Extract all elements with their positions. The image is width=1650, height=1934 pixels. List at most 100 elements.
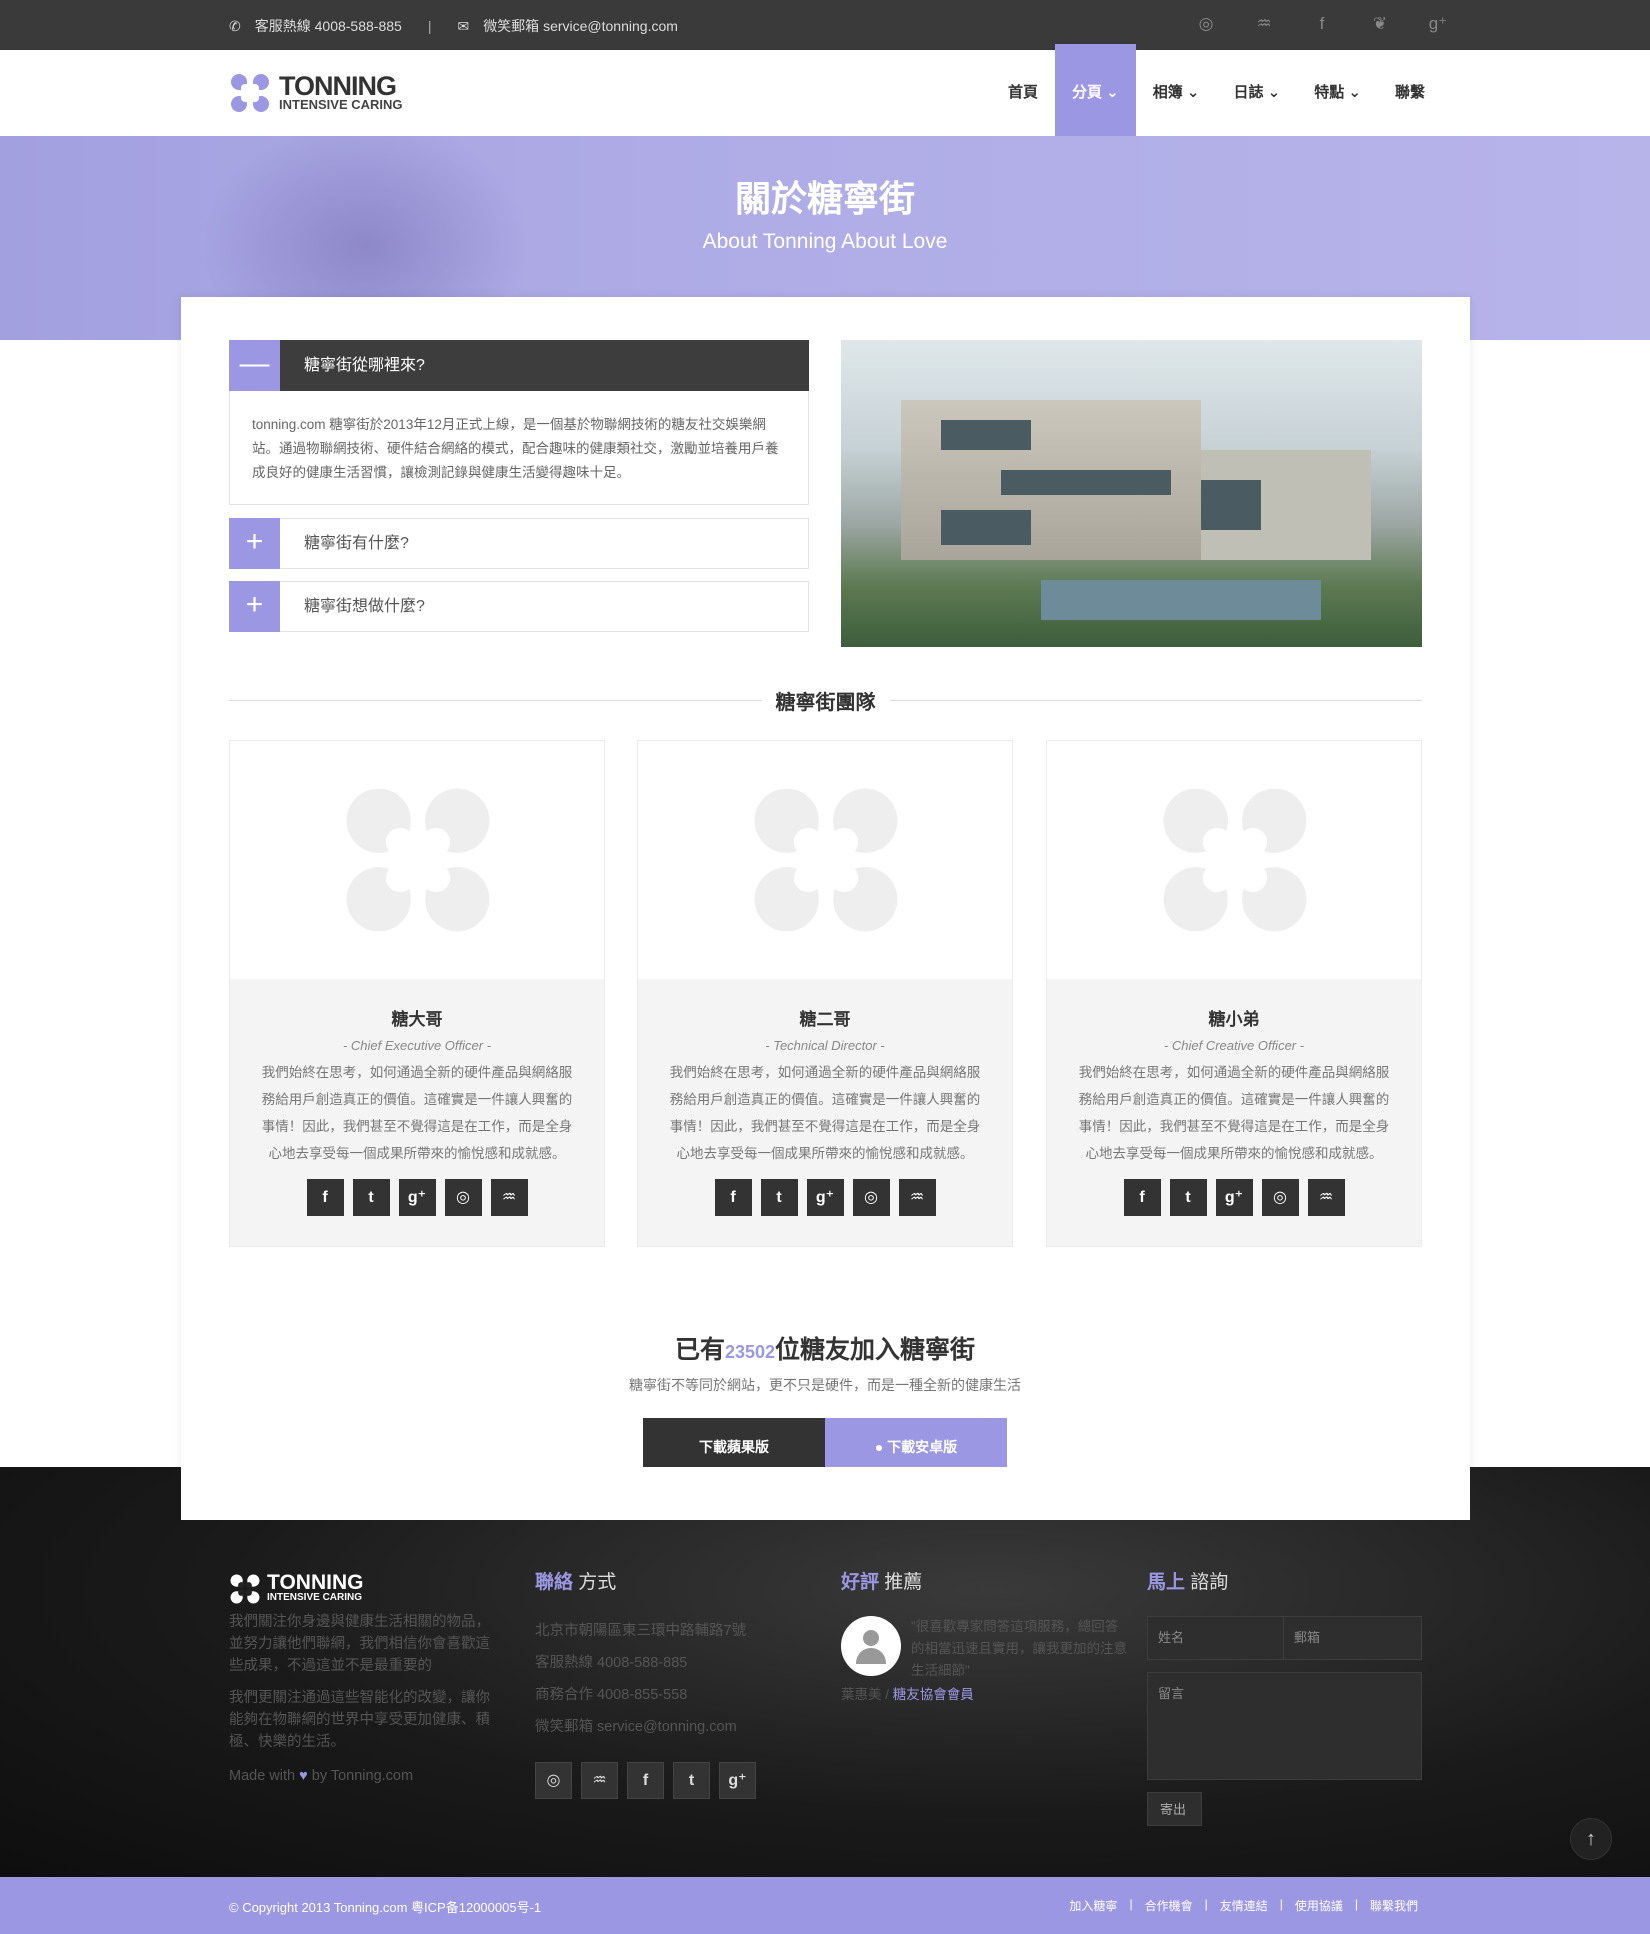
facebook-icon[interactable]: f: [714, 1179, 752, 1216]
footer-form-heading: 馬上 諮詢: [1147, 1572, 1229, 1593]
logo-placeholder-icon: [346, 788, 490, 932]
accordion-body: tonning.com 糖寧街於2013年12月正式上線，是一個基於物聯網技術的…: [229, 391, 809, 505]
member-role: - Technical Director -: [765, 1038, 885, 1053]
accordion-header[interactable]: + 糖寧街想做什麼?: [229, 581, 809, 632]
member-photo-placeholder: [230, 741, 604, 979]
footer-link-contact[interactable]: 聯繫我們: [1370, 1897, 1418, 1914]
plus-icon[interactable]: +: [229, 518, 280, 569]
member-photo-placeholder: [1047, 741, 1421, 979]
member-count-heading: 已有23502位糖友加入糖寧街: [674, 1336, 976, 1364]
plus-icon[interactable]: +: [229, 581, 280, 632]
footer-testimonial: 好評 推薦 "很喜歡專家問答這項服務，總回答的相當迅速且實用，讓我更加的注意生活…: [841, 1572, 1129, 1706]
send-button[interactable]: 寄出: [1147, 1792, 1202, 1826]
page-title: 關於糖寧街: [734, 178, 915, 219]
accordion-item-goals[interactable]: + 糖寧街想做什麼?: [229, 581, 809, 632]
team-card: 糖小弟 - Chief Creative Officer - 我們始終在思考，如…: [1046, 740, 1422, 1247]
accordion-title: 糖寧街想做什麼?: [304, 598, 425, 615]
card-bottom: [181, 1467, 1470, 1520]
facebook-icon[interactable]: f: [1310, 12, 1334, 36]
footer-business: 商務合作 4008-855-558: [535, 1687, 688, 1703]
renren-icon[interactable]: ♒: [898, 1179, 936, 1216]
footer-link-terms[interactable]: 使用協議: [1295, 1897, 1343, 1914]
nav-blog[interactable]: 日誌 ⌄: [1216, 50, 1297, 136]
accordion-item-origin[interactable]: — 糖寧街從哪裡來? tonning.com 糖寧街於2013年12月正式上線，…: [229, 340, 809, 505]
main-menu: 首頁 分頁 ⌄ 相簿 ⌄ 日誌 ⌄ 特點 ⌄ 聯繫: [991, 44, 1442, 136]
member-role: - Chief Creative Officer -: [1163, 1038, 1305, 1053]
accordion-header[interactable]: + 糖寧街有什麼?: [229, 518, 809, 569]
top-bar: ✆ 客服熱線 4008-588-885 | ✉ 微笑郵箱 service@ton…: [0, 0, 1650, 50]
name-input[interactable]: 姓名: [1147, 1616, 1284, 1660]
weibo-icon[interactable]: ◎: [535, 1762, 572, 1799]
team-card: 糖大哥 - Chief Executive Officer - 我們始終在思考，…: [229, 740, 605, 1247]
back-to-top-button[interactable]: ↑: [1570, 1818, 1612, 1860]
footer-link-join[interactable]: 加入糖寧: [1069, 1897, 1117, 1914]
nav-contact[interactable]: 聯繫: [1378, 50, 1442, 136]
member-photo-placeholder: [638, 741, 1012, 979]
member-name: 糖小弟: [1208, 1010, 1260, 1029]
nav-pages[interactable]: 分頁 ⌄: [1054, 44, 1136, 136]
footer-contact: 聯絡 方式 北京市朝陽區東三環中路輔路7號 客服熱線 4008-588-885 …: [535, 1572, 785, 1799]
twitter-icon[interactable]: t: [673, 1762, 710, 1799]
main-navbar: TONNING INTENSIVE CARING 首頁 分頁 ⌄ 相簿 ⌄ 日誌…: [0, 44, 1650, 136]
google-plus-icon[interactable]: g⁺: [806, 1179, 844, 1216]
footer-about: TONNING INTENSIVE CARING 我們關注你身邊與健康生活相關的物…: [229, 1572, 501, 1787]
weibo-icon[interactable]: ◎: [852, 1179, 890, 1216]
footer-about-text-1: 我們關注你身邊與健康生活相關的物品，並努力讓他們聯網，我們相信你會喜歡這些成果，…: [229, 1614, 490, 1674]
site-logo[interactable]: TONNING INTENSIVE CARING: [229, 72, 403, 114]
member-bio: 我們始終在思考，如何通過全新的硬件產品與網絡服務給用戶創造真正的價值。這確實是一…: [1078, 1065, 1390, 1161]
weibo-icon[interactable]: ◎: [1194, 12, 1218, 36]
hotline-text: 客服熱線 4008-588-885: [254, 18, 402, 34]
member-count-subtitle: 糖寧街不等同於網站，更不只是硬件，而是一種全新的健康生活: [629, 1377, 1021, 1393]
twitter-icon[interactable]: ❦: [1368, 12, 1392, 36]
weibo-icon[interactable]: ◎: [1261, 1179, 1299, 1216]
testimonial-author: 葉惠美 / 糖友協會會員: [841, 1687, 974, 1702]
footer-hotline: 客服熱線 4008-588-885: [535, 1655, 688, 1671]
accordion-header[interactable]: — 糖寧街從哪裡來?: [229, 340, 809, 391]
google-plus-icon[interactable]: g⁺: [1215, 1179, 1253, 1216]
google-plus-icon[interactable]: g⁺: [1426, 12, 1450, 36]
arrow-up-icon: ↑: [1586, 1828, 1596, 1850]
footer-about-text-2: 我們更關注通過這些智能化的改變，讓你能夠在物聯網的世界中享受更加健康、積極、快樂…: [229, 1690, 490, 1750]
message-textarea[interactable]: 留言: [1147, 1672, 1422, 1780]
page-subtitle: About Tonning About Love: [702, 230, 948, 253]
weibo-icon[interactable]: ◎: [444, 1179, 482, 1216]
logo-placeholder-icon: [754, 788, 898, 932]
twitter-icon[interactable]: t: [760, 1179, 798, 1216]
facebook-icon[interactable]: f: [306, 1179, 344, 1216]
twitter-icon[interactable]: t: [352, 1179, 390, 1216]
google-plus-icon[interactable]: g⁺: [719, 1762, 756, 1799]
member-bio: 我們始終在思考，如何通過全新的硬件產品與網絡服務給用戶創造真正的價值。這確實是一…: [261, 1065, 573, 1161]
made-with: Made with ♥ by Tonning.com: [229, 1768, 414, 1784]
footer-address: 北京市朝陽區東三環中路輔路7號: [535, 1623, 747, 1639]
footer-testimonial-heading: 好評 推薦: [841, 1572, 923, 1593]
nav-gallery[interactable]: 相簿 ⌄: [1136, 50, 1217, 136]
google-plus-icon[interactable]: g⁺: [398, 1179, 436, 1216]
logo-name: TONNING: [279, 71, 397, 101]
twitter-icon[interactable]: t: [1169, 1179, 1207, 1216]
testimonial-quote: "很喜歡專家問答這項服務，總回答的相當迅速且實用，讓我更加的注意生活細節": [911, 1619, 1127, 1678]
minus-icon[interactable]: —: [229, 340, 280, 391]
footer-email: 微笑郵箱 service@tonning.com: [535, 1719, 737, 1735]
footer-logo[interactable]: TONNING INTENSIVE CARING: [229, 1572, 501, 1605]
logo-tagline: INTENSIVE CARING: [279, 97, 403, 112]
facebook-icon[interactable]: f: [627, 1762, 664, 1799]
mail-icon: ✉: [457, 17, 470, 34]
footer-link-friends[interactable]: 友情連結: [1220, 1897, 1268, 1914]
facebook-icon[interactable]: f: [1123, 1179, 1161, 1216]
email-input[interactable]: 郵箱: [1284, 1616, 1422, 1660]
logo-placeholder-icon: [1163, 788, 1307, 932]
member-count: 23502: [724, 1342, 776, 1362]
nav-features[interactable]: 特點 ⌄: [1297, 50, 1378, 136]
renren-icon[interactable]: ♒: [1307, 1179, 1345, 1216]
renren-icon[interactable]: ♒: [1252, 12, 1276, 36]
nav-home[interactable]: 首頁: [991, 50, 1055, 136]
email-text: 微笑郵箱 service@tonning.com: [483, 18, 678, 34]
avatar: [841, 1616, 901, 1676]
renren-icon[interactable]: ♒: [581, 1762, 618, 1799]
footer-inquiry-form: 馬上 諮詢 姓名 郵箱 留言 寄出: [1147, 1572, 1422, 1826]
building-photo: [841, 340, 1422, 647]
footer-link-partner[interactable]: 合作機會: [1145, 1897, 1193, 1914]
accordion-item-offerings[interactable]: + 糖寧街有什麼?: [229, 518, 809, 569]
member-name: 糖大哥: [391, 1010, 443, 1029]
renren-icon[interactable]: ♒: [490, 1179, 528, 1216]
